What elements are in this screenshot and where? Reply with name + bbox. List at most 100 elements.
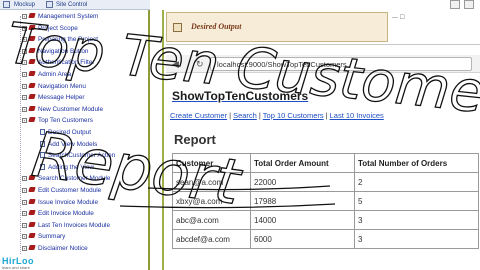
outline-item-label: New Customer Module (38, 105, 103, 113)
table-cell: sean@a.com (172, 172, 251, 192)
outline-panel: Mockup Site Control + Management System + P… (0, 0, 150, 270)
address-bar[interactable]: localhost:9000/ShowTopTenCustomers (210, 57, 472, 71)
outline-item[interactable]: + Edit Invoice Module (22, 209, 94, 218)
outline-item[interactable]: + Message Helper (22, 93, 85, 102)
toolbar-box-icon[interactable] (46, 1, 53, 8)
outline-item[interactable]: + Preparing the Project (22, 35, 98, 44)
window-button[interactable] (464, 0, 474, 9)
expand-toggle-icon[interactable]: + (22, 72, 27, 77)
outline-item-label: Admin Area (38, 71, 72, 78)
banner-controls-text: — ☐ (392, 15, 406, 21)
back-arrow-icon[interactable]: ◀ (172, 59, 179, 70)
link-top-10-customers[interactable]: Top 10 Customers (263, 111, 324, 120)
outline-item[interactable]: + Authentication Filter (22, 58, 94, 67)
window-button[interactable] (450, 0, 460, 9)
link-search[interactable]: Search (233, 111, 257, 120)
slide-bullet-icon (28, 59, 36, 65)
outline-item-label: Adding the View (48, 163, 95, 171)
report-table: Customer Total Order Amount Total Number… (172, 153, 479, 249)
table-cell: abc@a.com (172, 210, 251, 230)
table-row: xbxy@a.com 17988 5 (172, 191, 479, 211)
expand-toggle-icon[interactable]: + (22, 83, 27, 89)
slide-bullet-icon (28, 233, 36, 239)
expand-toggle-icon[interactable]: + (22, 14, 27, 19)
outline-item-label: Search Customer Module (38, 175, 111, 183)
url-text: localhost:9000/ShowTopTenCustomers (217, 60, 347, 69)
table-row: sean@a.com 22000 2 (172, 172, 479, 192)
outline-item[interactable]: + Management System (22, 12, 98, 21)
refresh-icon[interactable]: ↻ (196, 59, 204, 70)
table-header-row: Customer Total Order Amount Total Number… (172, 153, 479, 173)
slide-bullet-icon (28, 175, 36, 181)
toolbar-box-icon[interactable] (3, 1, 10, 8)
page-icon (40, 129, 45, 135)
outline-item-label: Navigation Menu (38, 82, 86, 90)
outline-item[interactable]: + Edit Customer Module (22, 186, 101, 195)
outline-item[interactable]: + Issue Invoice Module (22, 198, 98, 207)
logo-tagline: learn and share (2, 265, 30, 270)
slide-bullet-icon (28, 94, 36, 100)
slide-toolbar (152, 0, 480, 10)
slide-bullet-icon (28, 117, 36, 123)
expand-toggle-icon[interactable]: + (22, 37, 27, 43)
outline-item[interactable]: + Navigation Button (22, 47, 88, 56)
outline-item-label: Disclaimer Notice (38, 245, 88, 252)
table-cell: abcdef@a.com (172, 229, 251, 249)
outline-item-label: Preparing the Project (38, 36, 99, 44)
outline-item-label: Project Scope (38, 24, 78, 32)
expand-toggle-icon[interactable]: + (22, 106, 27, 112)
link-create-customer[interactable]: Create Customer (170, 111, 227, 120)
slide-bullet-icon (28, 24, 36, 30)
outline-item-label: Issue Invoice Module (38, 198, 99, 206)
outline-item-label: Summary (38, 233, 66, 241)
outline-item-label: Add View Models (48, 140, 98, 148)
toolbar-item-site-control[interactable]: Site Control (56, 1, 87, 9)
table-cell: 22000 (250, 172, 355, 192)
browser-window: ◀ ↻ localhost:9000/ShowTopTenCustomers S… (166, 44, 480, 270)
page-icon (173, 23, 182, 32)
outline-item[interactable]: + Project Scope (22, 24, 78, 33)
outline-item[interactable]: + Last Ten Invoices Module (22, 221, 110, 230)
outline-item[interactable]: Adding the View (40, 163, 94, 172)
expand-toggle-icon[interactable]: + (22, 176, 27, 182)
expand-toggle-icon[interactable]: + (22, 25, 27, 31)
outline-item[interactable]: SearchCustomer Action (40, 151, 115, 160)
expand-toggle-icon[interactable]: + (22, 199, 27, 205)
page-icon (40, 163, 45, 170)
outline-item-label: Last Ten Invoices Module (38, 221, 110, 229)
expand-toggle-icon[interactable]: + (22, 211, 27, 217)
outline-item[interactable]: + Navigation Menu (22, 82, 86, 91)
slide-bullet-icon (28, 187, 36, 192)
slide-bullet-icon (28, 210, 36, 216)
slide-bullet-icon (28, 221, 36, 227)
outline-item[interactable]: Desired Output (40, 128, 91, 137)
expand-toggle-icon[interactable]: + (22, 188, 27, 193)
outline-item[interactable]: + Admin Area (22, 70, 71, 79)
outline-item[interactable]: + Disclaimer Notice (22, 244, 88, 253)
expand-toggle-icon[interactable]: + (22, 60, 27, 66)
outline-item-label: Authentication Filter (38, 59, 95, 67)
page-icon (40, 140, 45, 147)
table-cell: 17988 (250, 191, 355, 211)
outline-item-label: Edit Customer Module (38, 187, 102, 194)
expand-toggle-icon[interactable]: + (22, 95, 27, 101)
page-title: ShowTopTenCustomers (172, 89, 309, 103)
outline-item[interactable]: + Search Customer Module (22, 174, 110, 183)
slide-bullet-icon (28, 47, 36, 53)
expand-toggle-icon[interactable]: + (22, 222, 27, 228)
outline-item[interactable]: + Summary (22, 232, 65, 241)
slide-bullet-icon (28, 13, 36, 18)
expand-toggle-icon[interactable]: + (22, 48, 27, 54)
outline-item[interactable]: + New Customer Module (22, 105, 103, 114)
expand-toggle-icon[interactable]: + (22, 234, 27, 240)
outline-item[interactable]: Add View Models (40, 140, 97, 149)
link-last-10-invoices[interactable]: Last 10 Invoices (330, 111, 384, 120)
slide-banner-title: Desired Output (191, 22, 242, 31)
expand-toggle-icon[interactable]: + (22, 246, 27, 251)
outline-item[interactable]: + Top Ten Customers (22, 116, 93, 125)
expand-toggle-icon[interactable]: + (22, 118, 27, 124)
slide-bullet-icon (28, 71, 36, 76)
outline-item-label: Management System (38, 13, 99, 20)
table-cell: 3 (354, 210, 479, 230)
toolbar-item-mockup[interactable]: Mockup (14, 1, 35, 9)
